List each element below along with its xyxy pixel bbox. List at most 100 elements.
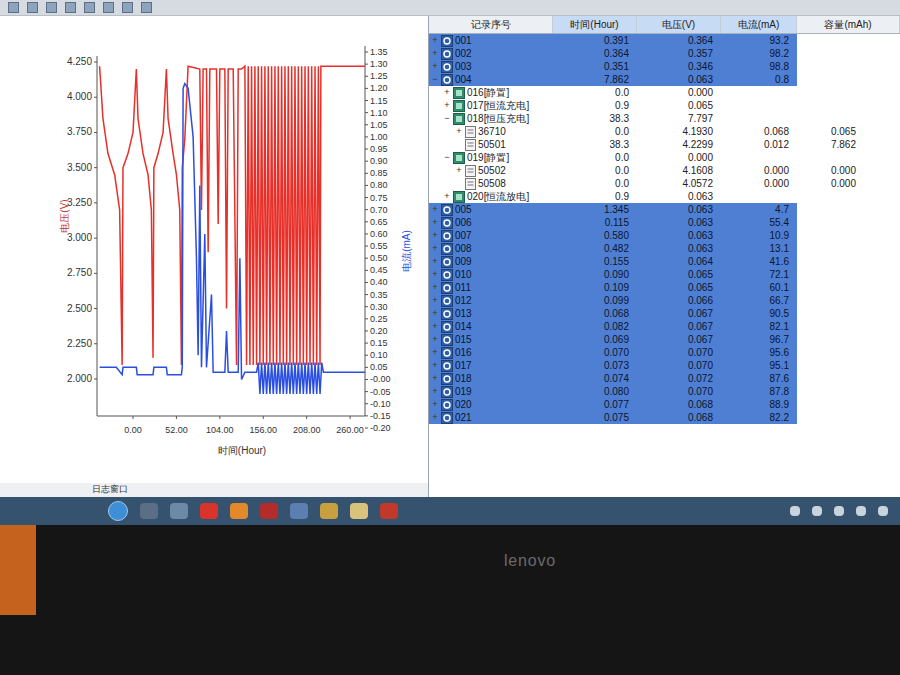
toolbar-button[interactable] — [27, 2, 38, 13]
row-label: 020[恒流放电] — [467, 190, 529, 203]
toolbar-button[interactable] — [8, 2, 19, 13]
expand-toggle[interactable]: + — [431, 281, 439, 294]
tray-icon[interactable] — [790, 506, 800, 516]
voltage-cell: 0.063 — [637, 203, 721, 216]
expand-toggle[interactable]: + — [455, 125, 463, 138]
expand-toggle[interactable]: + — [431, 411, 439, 424]
expand-toggle[interactable]: + — [443, 99, 451, 112]
expand-toggle[interactable]: − — [443, 151, 451, 164]
expand-toggle[interactable]: + — [443, 190, 451, 203]
table-row[interactable]: +0030.3510.34698.8 — [429, 60, 900, 73]
table-row[interactable]: +0190.0800.07087.8 — [429, 385, 900, 398]
time-cell: 7.862 — [553, 73, 637, 86]
expand-toggle[interactable]: + — [431, 203, 439, 216]
table-row[interactable]: +0010.3910.36493.2 — [429, 34, 900, 47]
table-row[interactable]: +0170.0730.07095.1 — [429, 359, 900, 372]
toolbar-button[interactable] — [141, 2, 152, 13]
current-cell: 66.7 — [721, 294, 797, 307]
taskbar-app[interactable] — [230, 503, 248, 519]
table-row[interactable]: −0047.8620.0630.8 — [429, 73, 900, 86]
taskbar-app[interactable] — [380, 503, 398, 519]
table-row[interactable]: −018[恒压充电]38.37.797 — [429, 112, 900, 125]
toolbar-button[interactable] — [65, 2, 76, 13]
expand-toggle[interactable]: + — [431, 229, 439, 242]
table-row[interactable]: +0090.1550.06441.6 — [429, 255, 900, 268]
expand-toggle[interactable]: + — [431, 216, 439, 229]
table-row[interactable]: +0210.0750.06882.2 — [429, 411, 900, 424]
table-row[interactable]: +0180.0740.07287.6 — [429, 372, 900, 385]
column-header[interactable]: 容量(mAh) — [797, 16, 900, 33]
table-row[interactable]: +0160.0700.07095.6 — [429, 346, 900, 359]
table-row[interactable]: +505020.04.16080.0000.000 — [429, 164, 900, 177]
table-row[interactable]: +0110.1090.06560.1 — [429, 281, 900, 294]
table-row[interactable]: +0020.3640.35798.2 — [429, 47, 900, 60]
svg-text:104.00: 104.00 — [206, 425, 234, 435]
background-object — [0, 525, 36, 615]
expand-toggle[interactable]: + — [431, 398, 439, 411]
taskbar-app[interactable] — [290, 503, 308, 519]
table-row[interactable]: −019[静置]0.00.000 — [429, 151, 900, 164]
expand-toggle[interactable]: + — [431, 47, 439, 60]
toolbar-button[interactable] — [46, 2, 57, 13]
taskbar-app[interactable] — [140, 503, 158, 519]
table-row[interactable]: +0051.3450.0634.7 — [429, 203, 900, 216]
row-label: 020 — [455, 398, 472, 411]
table-row[interactable]: 5050138.34.22990.0127.862 — [429, 138, 900, 151]
chart-panel: 4.2504.0003.7503.5003.2503.0002.7502.500… — [0, 16, 428, 497]
expand-toggle[interactable]: + — [431, 34, 439, 47]
taskbar-app[interactable] — [200, 503, 218, 519]
table-row[interactable]: +0130.0680.06790.5 — [429, 307, 900, 320]
expand-toggle[interactable]: + — [431, 242, 439, 255]
expand-toggle[interactable]: + — [431, 320, 439, 333]
table-row[interactable]: +017[恒流充电]0.90.065 — [429, 99, 900, 112]
toolbar-button[interactable] — [103, 2, 114, 13]
table-row[interactable]: +0120.0990.06666.7 — [429, 294, 900, 307]
table-row[interactable]: +0070.5800.06310.9 — [429, 229, 900, 242]
svg-text:1.10: 1.10 — [370, 108, 388, 118]
tray-icon[interactable] — [856, 506, 866, 516]
expand-toggle[interactable]: − — [443, 112, 451, 125]
taskbar-app[interactable] — [320, 503, 338, 519]
table-row[interactable]: +0200.0770.06888.9 — [429, 398, 900, 411]
expand-toggle[interactable]: + — [431, 294, 439, 307]
column-header[interactable]: 电压(V) — [637, 16, 721, 33]
tray-icon[interactable] — [812, 506, 822, 516]
expand-toggle[interactable]: + — [431, 307, 439, 320]
time-cell: 0.9 — [553, 190, 637, 203]
voltage-cell: 0.070 — [637, 346, 721, 359]
expand-toggle[interactable]: + — [443, 86, 451, 99]
expand-toggle[interactable]: + — [431, 359, 439, 372]
taskbar-app[interactable] — [260, 503, 278, 519]
toolbar-button[interactable] — [122, 2, 133, 13]
start-button[interactable] — [108, 501, 128, 521]
tray-icon[interactable] — [834, 506, 844, 516]
table-row[interactable]: +0080.4820.06313.1 — [429, 242, 900, 255]
column-header[interactable]: 电流(mA) — [721, 16, 797, 33]
svg-text:208.00: 208.00 — [293, 425, 321, 435]
log-window-tab[interactable]: 日志窗口 — [0, 483, 428, 497]
taskbar-app[interactable] — [170, 503, 188, 519]
tray-icon[interactable] — [878, 506, 888, 516]
expand-toggle[interactable]: + — [431, 346, 439, 359]
taskbar-app[interactable] — [350, 503, 368, 519]
expand-toggle[interactable]: + — [431, 268, 439, 281]
expand-toggle[interactable]: − — [431, 73, 439, 86]
expand-toggle[interactable]: + — [431, 385, 439, 398]
toolbar-button[interactable] — [84, 2, 95, 13]
table-row[interactable]: +0060.1150.06355.4 — [429, 216, 900, 229]
expand-toggle[interactable]: + — [431, 255, 439, 268]
table-row[interactable]: 505080.04.05720.0000.000 — [429, 177, 900, 190]
expand-toggle[interactable]: + — [431, 372, 439, 385]
column-header[interactable]: 时间(Hour) — [553, 16, 637, 33]
table-row[interactable]: +0100.0900.06572.1 — [429, 268, 900, 281]
expand-toggle[interactable]: + — [431, 60, 439, 73]
record-icon — [465, 139, 476, 151]
table-row[interactable]: +020[恒流放电]0.90.063 — [429, 190, 900, 203]
table-row[interactable]: +367100.04.19300.0680.065 — [429, 125, 900, 138]
table-row[interactable]: +0140.0820.06782.1 — [429, 320, 900, 333]
column-header[interactable]: 记录序号 — [429, 16, 553, 33]
expand-toggle[interactable]: + — [455, 164, 463, 177]
table-row[interactable]: +0150.0690.06796.7 — [429, 333, 900, 346]
expand-toggle[interactable]: + — [431, 333, 439, 346]
table-row[interactable]: +016[静置]0.00.000 — [429, 86, 900, 99]
